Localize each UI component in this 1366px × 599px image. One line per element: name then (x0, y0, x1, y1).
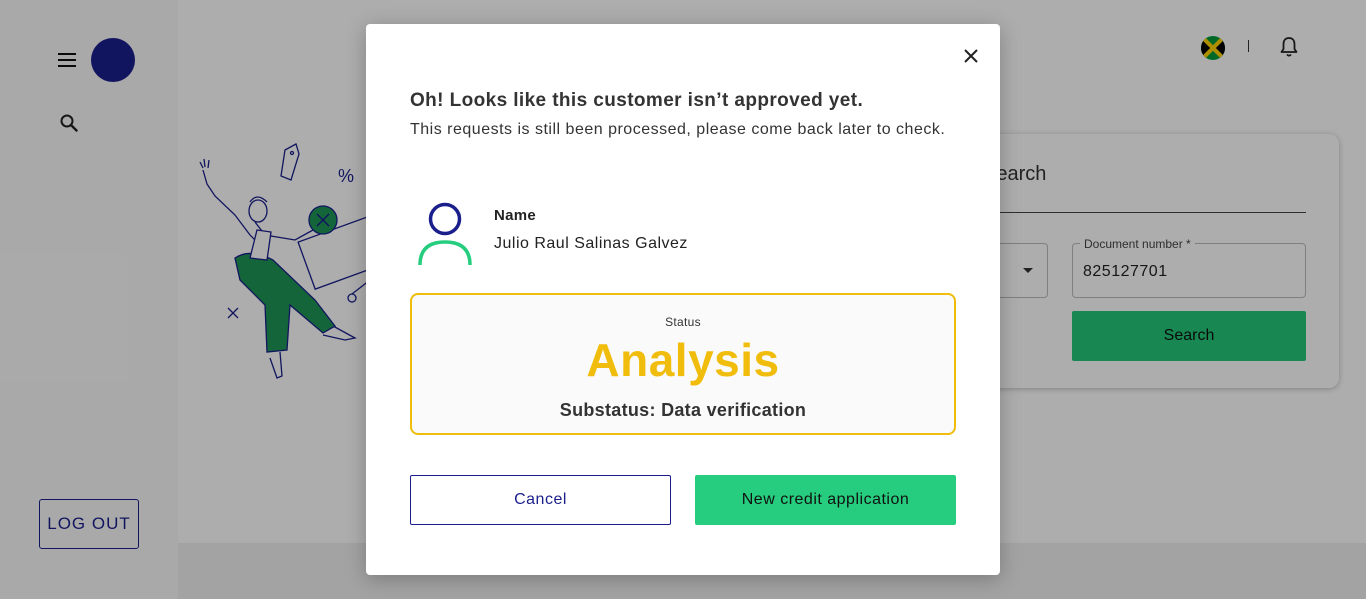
close-icon[interactable] (961, 46, 981, 66)
modal-title: Oh! Looks like this customer isn’t appro… (410, 90, 864, 111)
new-credit-application-button[interactable]: New credit application (695, 475, 956, 525)
name-label: Name (494, 207, 537, 224)
customer-name: Julio Raul Salinas Galvez (494, 235, 688, 252)
status-value: Analysis (586, 334, 780, 386)
status-box: Status Analysis Substatus: Data verifica… (410, 293, 956, 435)
customer-status-modal: Oh! Looks like this customer isn’t appro… (366, 24, 1000, 575)
status-label: Status (665, 315, 701, 329)
cancel-button[interactable]: Cancel (410, 475, 671, 525)
substatus: Substatus: Data verification (559, 400, 807, 420)
modal-subtitle: This requests is still been processed, p… (410, 121, 946, 138)
person-icon (418, 202, 472, 266)
